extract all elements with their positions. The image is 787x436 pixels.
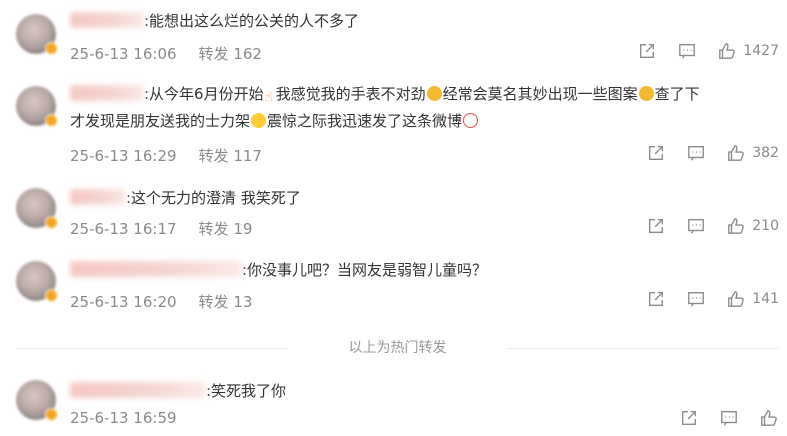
comment-text-line2-part2: 震惊之际我迅速发了这条微博	[267, 112, 463, 130]
comment-body-line2: 才发现是朋友送我的士力架 震惊之际我迅速发了这条微博	[70, 110, 479, 132]
share-icon[interactable]	[646, 289, 666, 309]
avatar[interactable]	[16, 188, 58, 229]
timestamp: 25-6-13 16:17	[70, 220, 177, 238]
comment-meta: 25-6-13 16:17 转发 19	[70, 218, 252, 239]
username[interactable]	[70, 382, 206, 398]
comment-actions: 141	[646, 289, 779, 309]
avatar[interactable]	[16, 380, 58, 421]
comment-meta: 25-6-13 16:59	[70, 409, 177, 427]
comment-body: :你没事儿吧？当网友是弱智儿童吗？	[70, 259, 487, 281]
timestamp: 25-6-13 16:20	[70, 293, 177, 311]
comment-text: :能想出这么烂的公关的人不多了	[144, 12, 360, 30]
comment-body: :能想出这么烂的公关的人不多了	[70, 10, 359, 32]
comment-text: :笑死我了你	[206, 382, 287, 400]
comment-body: :从今年6月份开始☝ 我感觉我的手表不对劲 经常会莫名其妙出现一些图案 查了下	[70, 83, 700, 105]
timestamp: 25-6-13 16:29	[70, 147, 177, 165]
comment-icon[interactable]	[686, 289, 706, 309]
share-icon[interactable]	[646, 143, 666, 163]
share-icon[interactable]	[679, 408, 699, 428]
comment-icon[interactable]	[686, 143, 706, 163]
comment-icon[interactable]	[719, 408, 739, 428]
tired-face-emoji-icon	[426, 86, 442, 101]
username[interactable]	[70, 189, 126, 205]
comment-icon[interactable]	[677, 41, 697, 61]
repost-count[interactable]: 转发 117	[199, 147, 262, 165]
verified-badge-icon	[45, 42, 58, 55]
avatar[interactable]	[16, 14, 58, 55]
verified-badge-icon	[45, 408, 58, 421]
like-count: 1427	[743, 43, 779, 59]
comment-text-part1: :从今年6月份开始	[144, 85, 264, 103]
username[interactable]	[70, 12, 144, 28]
repost-count[interactable]: 转发 19	[199, 220, 253, 238]
comment-meta: 25-6-13 16:20 转发 13	[70, 291, 252, 312]
share-icon[interactable]	[646, 216, 666, 236]
comment-actions	[679, 408, 779, 428]
timestamp: 25-6-13 16:59	[70, 409, 177, 427]
comment-text-part2: 我感觉我的手表不对劲	[275, 85, 426, 103]
comment-actions: 1427	[637, 41, 779, 61]
comment-text-part3: 经常会莫名其妙出现一些图案	[442, 85, 638, 103]
like-count: 141	[752, 291, 779, 307]
comment-text-part4: 查了下	[654, 85, 700, 103]
comment-text: :你没事儿吧？当网友是弱智儿童吗？	[242, 261, 488, 279]
comment-text: :这个无力的澄清 我笑死了	[126, 189, 301, 207]
scream-face-emoji-icon	[251, 113, 267, 128]
smirk-face-emoji-icon	[638, 86, 654, 101]
divider-label: 以上为热门转发	[348, 340, 447, 356]
avatar[interactable]	[16, 86, 58, 127]
comment-meta: 25-6-13 16:29 转发 117	[70, 145, 262, 166]
like-icon[interactable]	[726, 216, 746, 236]
share-icon[interactable]	[637, 41, 657, 61]
like-icon[interactable]	[759, 408, 779, 428]
username[interactable]	[70, 85, 144, 101]
avatar[interactable]	[16, 261, 58, 302]
comment-text-line2-part1: 才发现是朋友送我的士力架	[70, 112, 251, 130]
like-icon[interactable]	[726, 143, 746, 163]
verified-badge-icon	[45, 114, 58, 127]
comment-meta: 25-6-13 16:06 转发 162	[70, 43, 262, 64]
like-count: 210	[752, 218, 779, 234]
verified-badge-icon	[45, 216, 58, 229]
like-icon[interactable]	[717, 41, 737, 61]
clown-emoji-icon	[463, 113, 479, 128]
comment-body: :这个无力的澄清 我笑死了	[70, 187, 301, 209]
hand-emoji-icon: ☝	[264, 90, 273, 105]
comment-actions: 382	[646, 143, 779, 163]
hot-repost-divider: 以上为热门转发	[16, 337, 779, 359]
username[interactable]	[70, 261, 242, 277]
verified-badge-icon	[45, 289, 58, 302]
timestamp: 25-6-13 16:06	[70, 45, 177, 63]
repost-count[interactable]: 转发 13	[199, 293, 253, 311]
comment-icon[interactable]	[686, 216, 706, 236]
repost-count[interactable]: 转发 162	[199, 45, 262, 63]
comment-body: :笑死我了你	[70, 380, 286, 402]
like-count: 382	[752, 145, 779, 161]
comment-actions: 210	[646, 216, 779, 236]
like-icon[interactable]	[726, 289, 746, 309]
